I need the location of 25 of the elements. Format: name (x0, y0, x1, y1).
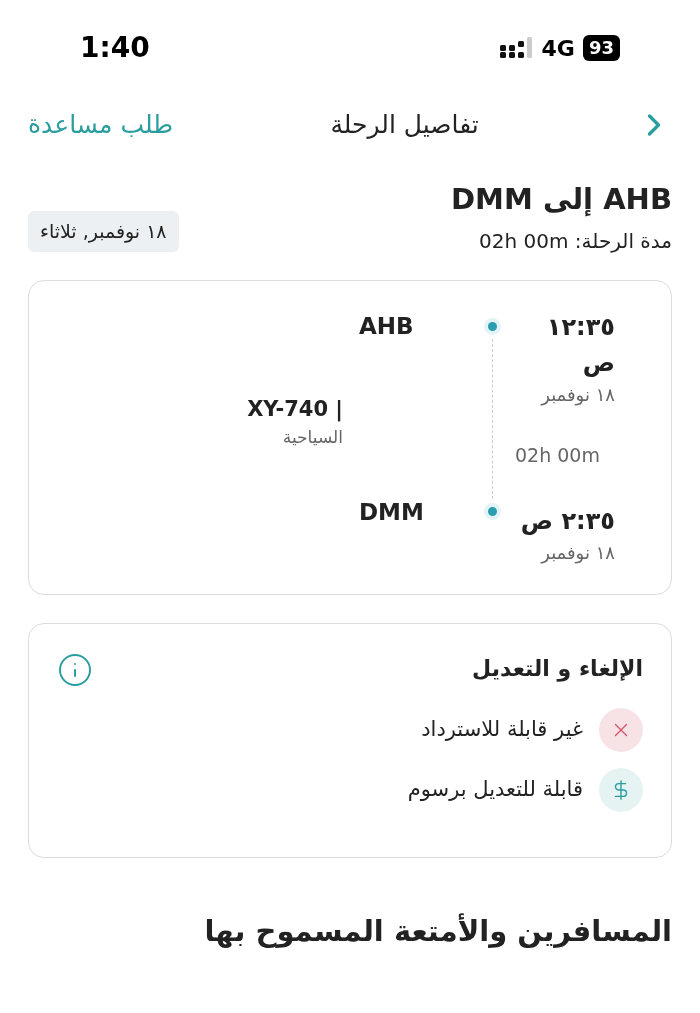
departure-date: ١٨ نوفمبر (539, 382, 615, 408)
segment-duration: 02h 00m (515, 442, 601, 468)
trip-duration: مدة الرحلة: 02h 00m (478, 227, 672, 255)
policy-title: الإلغاء و التعديل (472, 654, 643, 684)
signal-icon (499, 37, 534, 59)
cabin-class: السياحية (281, 426, 343, 449)
departure-time: ١٢:٣٥ ص (545, 311, 615, 379)
arrival-date: ١٨ نوفمبر (539, 540, 615, 566)
policy-item: قابلة للتعديل برسوم (407, 775, 583, 803)
policy-item: غير قابلة للاسترداد (421, 715, 583, 743)
section-heading: المسافرين والأمتعة المسموح بها (204, 913, 672, 948)
departure-airport: AHB (359, 311, 415, 341)
arrival-airport: DMM (359, 498, 425, 527)
route-title: AHB إلى DMM (451, 181, 672, 219)
page-title: تفاصيل الرحلة (330, 109, 479, 142)
status-time: 1:40 (80, 30, 150, 66)
flight-number: XY-740 | (247, 395, 343, 424)
dollar-icon (599, 767, 643, 812)
help-link[interactable]: طلب مساعدة (28, 106, 174, 144)
close-icon (599, 707, 643, 752)
info-icon[interactable] (57, 651, 93, 688)
date-badge: ١٨ نوفمبر, ثلاثاء (28, 211, 179, 252)
battery-indicator: 93 (582, 35, 620, 61)
network-label: 4G (541, 34, 575, 63)
arrival-time: ٢:٣٥ ص (519, 505, 615, 537)
